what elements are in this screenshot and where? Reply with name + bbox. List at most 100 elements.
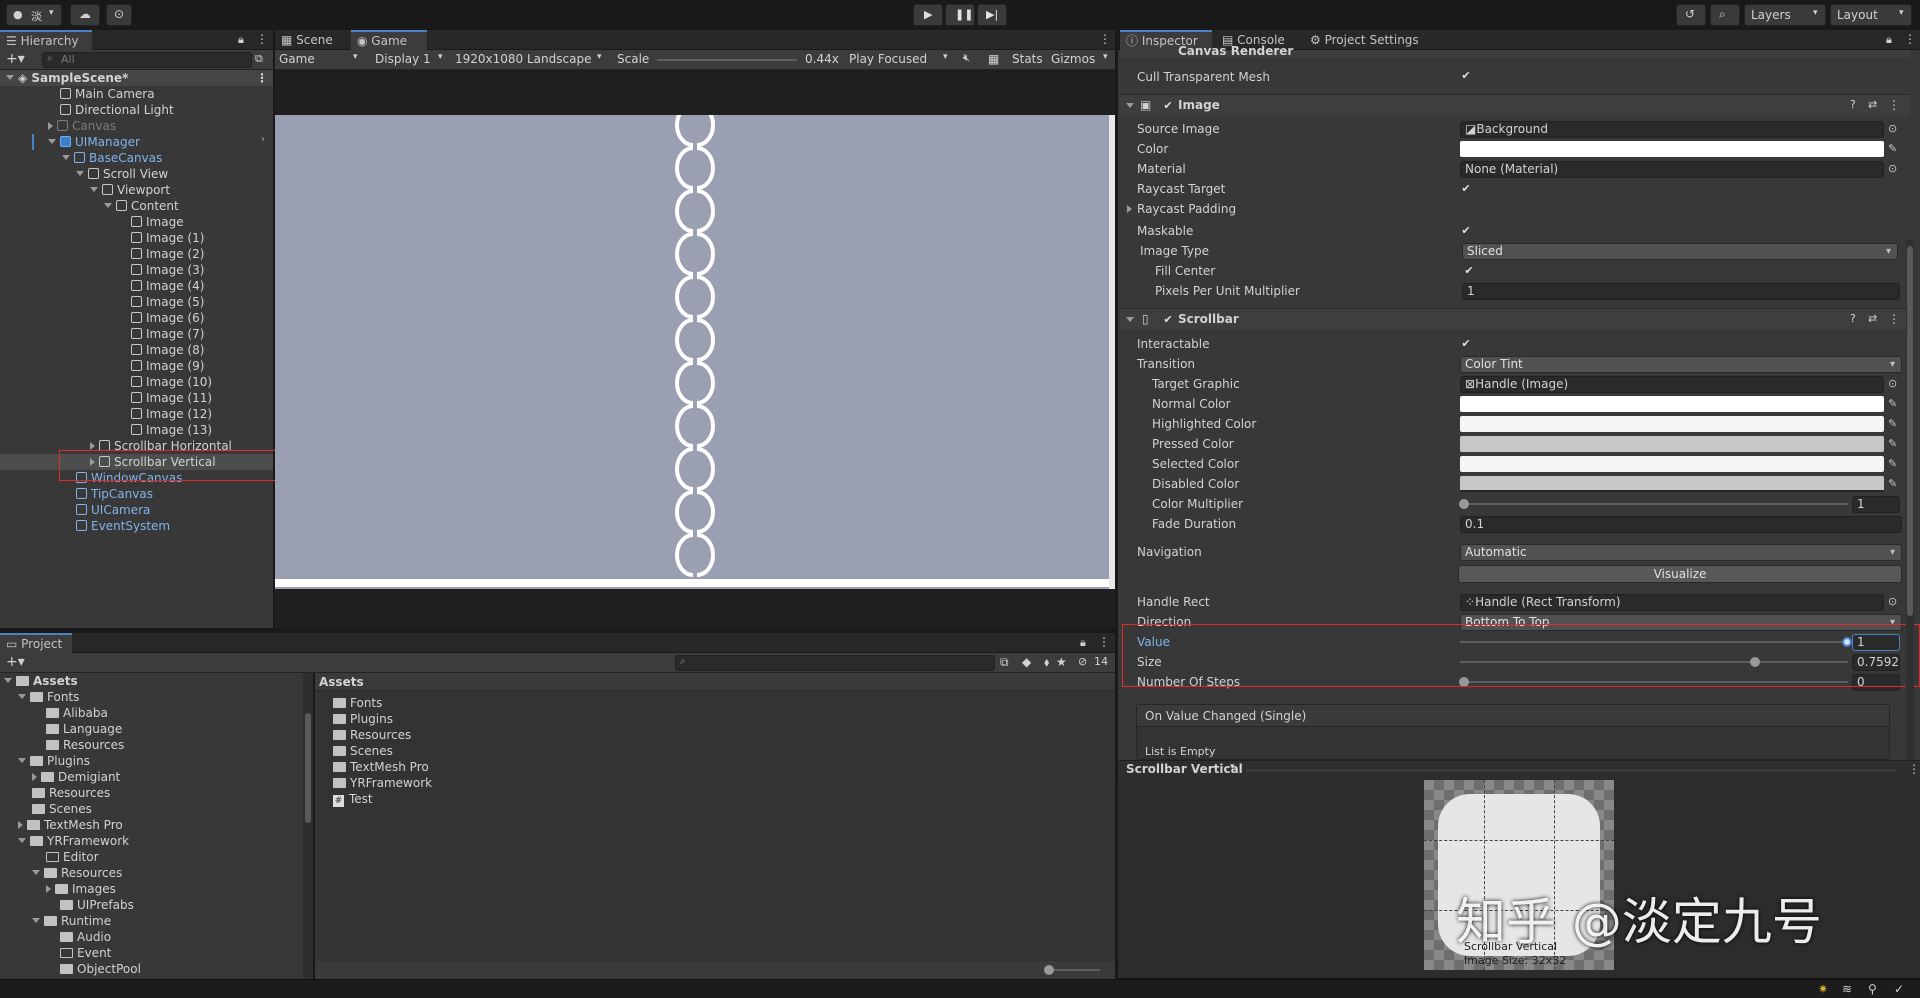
tree-item[interactable]: Event (60, 945, 111, 961)
tree-item[interactable]: Resources (32, 785, 110, 801)
normal-color-field[interactable] (1460, 396, 1884, 412)
hierarchy-item[interactable]: Image (3) (131, 262, 204, 278)
checkbox-maskable[interactable]: ✔ (1460, 225, 1472, 237)
checkbox-interactable[interactable]: ✔ (1460, 338, 1472, 350)
hierarchy-item[interactable]: Image (5) (131, 294, 204, 310)
check-circle-icon[interactable]: ✓ (1894, 982, 1904, 996)
hierarchy-item[interactable]: Image (131, 214, 184, 230)
pressed-color-field[interactable] (1460, 436, 1884, 452)
source-image-field[interactable]: ◪Background (1460, 121, 1884, 138)
eyedropper-icon[interactable]: ✎ (1888, 478, 1900, 490)
help-icon[interactable]: ? (1850, 98, 1856, 111)
hierarchy-item[interactable]: Scroll View (76, 166, 168, 182)
hierarchy-item[interactable]: EventSystem (76, 518, 170, 534)
color-multiplier-field[interactable]: 1 (1852, 496, 1900, 513)
layers-dropdown[interactable]: Layers ▾ (1744, 4, 1826, 26)
preview-drag-handle[interactable] (1246, 769, 1896, 772)
play-button[interactable]: ▶ (913, 4, 943, 26)
tree-item[interactable]: Scenes (32, 801, 92, 817)
hierarchy-item[interactable]: Image (6) (131, 310, 204, 326)
preview-title[interactable]: Scrollbar Vertical (1126, 762, 1243, 776)
color-field[interactable] (1460, 141, 1884, 157)
target-graphic-field[interactable]: ⊠Handle (Image) (1460, 376, 1884, 393)
tree-item[interactable]: Alibaba (46, 705, 108, 721)
selected-color-field[interactable] (1460, 456, 1884, 472)
tree-item[interactable]: Plugins (18, 753, 90, 769)
mute-icon[interactable]: 🔇︎ (963, 51, 970, 65)
resolution-dropdown[interactable]: 1920x1080 Landscape (455, 52, 591, 66)
hierarchy-item[interactable]: Directional Light (60, 102, 174, 118)
file-item[interactable]: # Test (333, 791, 373, 807)
hierarchy-item[interactable]: Image (11) (131, 390, 212, 406)
cloud-button[interactable]: ☁ (70, 4, 100, 26)
tab-scene[interactable]: ▦ Scene (275, 30, 351, 50)
tree-item[interactable]: Fonts (18, 689, 79, 705)
preset-icon[interactable]: ⇄ (1868, 98, 1877, 111)
scene-row[interactable]: ◈ SampleScene* ⋮ (0, 70, 273, 86)
checkbox-fill-center[interactable]: ✔ (1463, 265, 1475, 277)
kebab-menu-icon[interactable]: ⋮ (256, 32, 268, 46)
collab-button[interactable]: ⊙ (106, 4, 132, 26)
tag-icon[interactable]: ⬧ (1044, 655, 1049, 670)
checkbox-cull-transparent[interactable]: ✔ (1460, 70, 1472, 82)
game-mode-dropdown[interactable]: Game (279, 52, 315, 66)
filter-type-icon[interactable]: ⧉ (1000, 655, 1009, 670)
hidden-count-icon[interactable]: ⊘ (1078, 655, 1087, 668)
hierarchy-item[interactable]: Main Camera (60, 86, 155, 102)
tree-item[interactable]: Audio (60, 929, 111, 945)
fade-duration-field[interactable]: 0.1 (1460, 516, 1902, 533)
help-icon[interactable]: ? (1850, 312, 1856, 325)
eyedropper-icon[interactable]: ✎ (1888, 418, 1900, 430)
hierarchy-search-input[interactable]: ⌕ All (42, 52, 252, 68)
material-field[interactable]: None (Material) (1460, 161, 1884, 178)
handle-rect-field[interactable]: ⁘Handle (Rect Transform) (1460, 594, 1884, 611)
hierarchy-item[interactable]: Image (7) (131, 326, 204, 342)
hierarchy-item[interactable]: Image (4) (131, 278, 204, 294)
game-viewport[interactable] (275, 70, 1115, 628)
highlighted-color-field[interactable] (1460, 416, 1884, 432)
tree-item[interactable]: Demigiant (32, 769, 120, 785)
file-item[interactable]: YRFramework (333, 775, 432, 791)
navigation-dropdown[interactable]: Automatic (1460, 544, 1902, 561)
tree-item[interactable]: ObjectPool (60, 961, 141, 977)
checkbox-raycast-target[interactable]: ✔ (1460, 183, 1472, 195)
tree-item[interactable]: TextMesh Pro (18, 817, 123, 833)
checkbox-image-enabled[interactable]: ✔ (1162, 100, 1174, 112)
account-dropdown[interactable]: ● 淡 ▾ (6, 4, 62, 26)
file-item[interactable]: Resources (333, 727, 411, 743)
hierarchy-item[interactable]: Image (8) (131, 342, 204, 358)
hierarchy-item[interactable]: TipCanvas (76, 486, 153, 502)
icon-size-slider-knob[interactable] (1044, 965, 1054, 975)
kebab-menu-icon[interactable]: ⋮ (1098, 635, 1110, 649)
gizmos-dropdown[interactable]: Gizmos (1051, 52, 1095, 66)
object-picker-icon[interactable]: ⊙ (1888, 378, 1900, 390)
scrollbar-component-header[interactable]: ▯ ✔ Scrollbar ? ⇄ ⋮ (1120, 308, 1910, 330)
kebab-menu-icon[interactable]: ⋮ (1904, 32, 1916, 46)
hierarchy-item[interactable]: Image (2) (131, 246, 204, 262)
pixels-per-unit-field[interactable]: 1 (1462, 283, 1900, 300)
tree-item[interactable]: Images (46, 881, 116, 897)
kebab-menu-icon[interactable]: ⋮ (1908, 762, 1920, 776)
kebab-menu-icon[interactable]: ⋮ (1888, 312, 1900, 326)
stack-icon[interactable]: ≋ (1842, 982, 1852, 996)
eyedropper-icon[interactable]: ✎ (1888, 143, 1900, 155)
tree-item[interactable]: YRFramework (18, 833, 129, 849)
tab-project[interactable]: ▭ Project (0, 633, 72, 653)
lightbulb-icon[interactable]: ✷ (1818, 982, 1828, 996)
eyedropper-icon[interactable]: ✎ (1888, 438, 1900, 450)
play-focused-dropdown[interactable]: Play Focused (849, 52, 927, 66)
filter-icon[interactable]: ⧉ (255, 52, 263, 66)
kebab-menu-icon[interactable]: ⋮ (1888, 98, 1900, 112)
tree-item[interactable]: Resources (32, 865, 122, 881)
hierarchy-item[interactable]: Image (13) (131, 422, 212, 438)
project-search-input[interactable]: ⌕ (675, 655, 995, 671)
file-item[interactable]: TextMesh Pro (333, 759, 429, 775)
object-picker-icon[interactable]: ⊙ (1888, 596, 1900, 608)
hierarchy-item[interactable]: Image (1) (131, 230, 204, 246)
checkbox-scrollbar-enabled[interactable]: ✔ (1162, 314, 1174, 326)
preset-icon[interactable]: ⇄ (1868, 312, 1877, 325)
hierarchy-item[interactable]: UIManager (48, 134, 140, 150)
add-icon[interactable]: +▾ (6, 654, 25, 670)
color-multiplier-slider[interactable] (1464, 503, 1848, 505)
tree-item[interactable]: Runtime (32, 913, 111, 929)
